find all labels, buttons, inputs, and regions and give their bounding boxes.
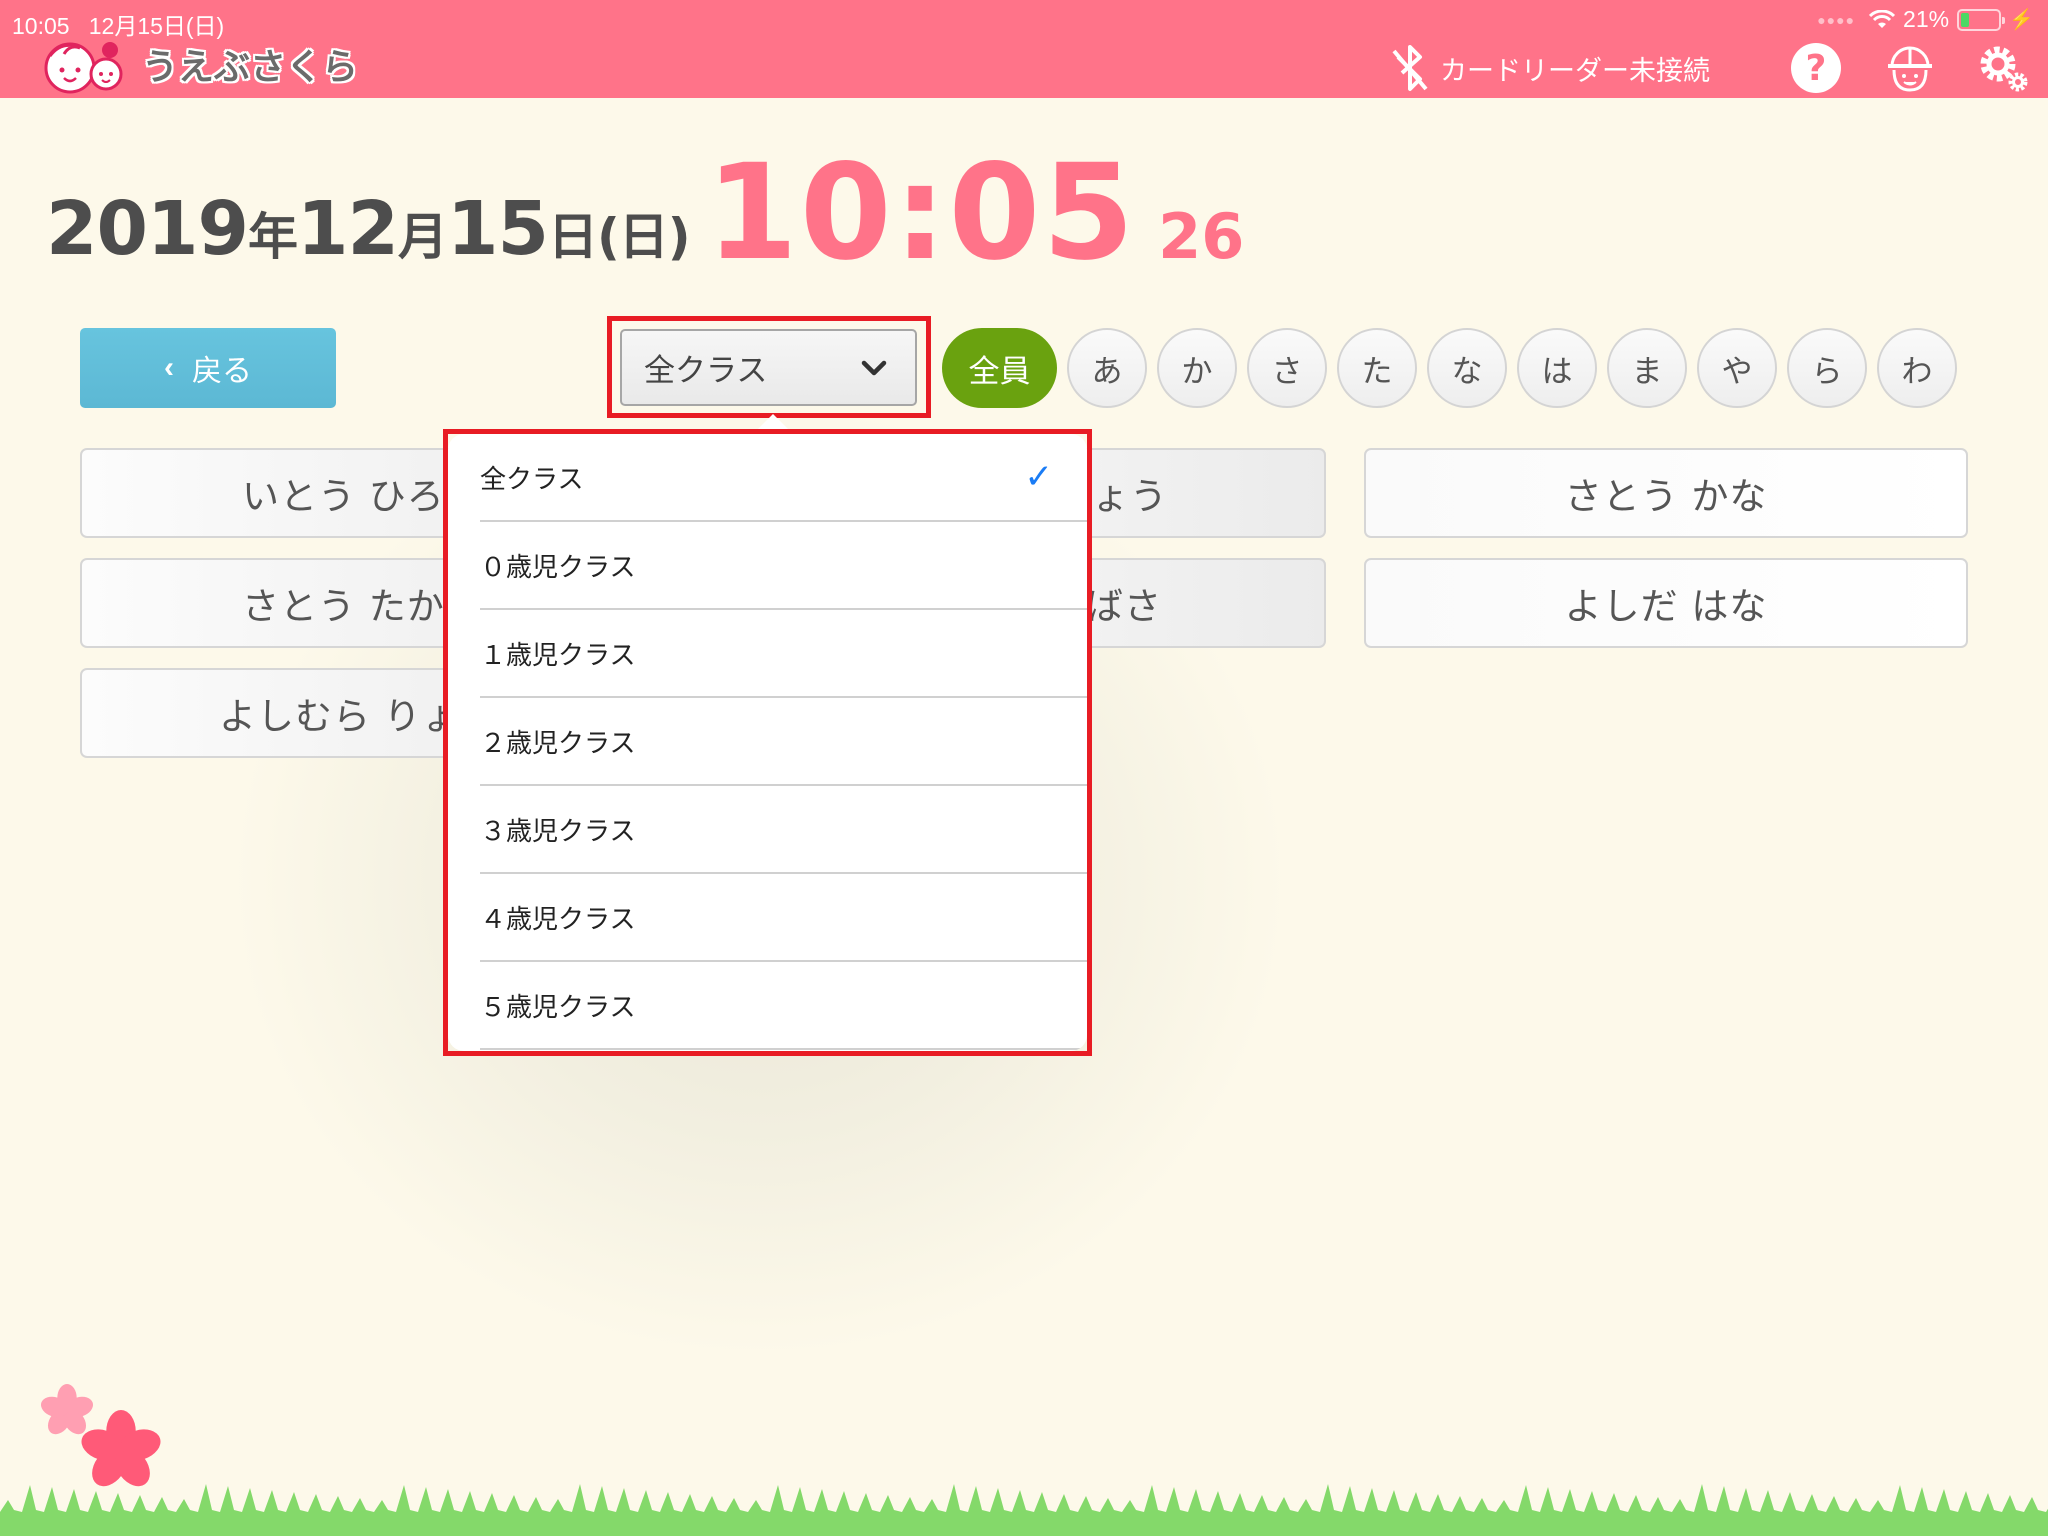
date-month: 12 [296,186,399,272]
back-button[interactable]: ‹ 戻る [80,328,336,408]
child-card[interactable]: よしだ はな [1364,558,1968,648]
popover-highlight-box [443,429,1092,1056]
kana-filter-ha[interactable]: は [1517,328,1597,408]
svg-text:?: ? [1806,48,1827,89]
kana-filter-sa[interactable]: さ [1247,328,1327,408]
signal-dots-icon: ●●●● [1817,11,1856,28]
header-actions: カードリーダー未接続 ? [1390,42,2030,94]
current-time: 10:05 26 [706,136,1244,290]
kana-filter-wa[interactable]: わ [1877,328,1957,408]
logo-faces-icon [44,42,123,94]
kana-filter-ta[interactable]: た [1337,328,1417,408]
app-header: 10:05 12月15日(日) ●●●● 21% ⚡ うえぶさくら カードリーダ… [0,0,2048,98]
class-select[interactable]: 全クラス [620,329,917,406]
battery-icon [1957,8,2006,31]
card-reader-label: カードリーダー未接続 [1440,55,1710,87]
settings-button[interactable] [1978,42,2030,94]
kana-filter-bar: 全員 あ か さ た な は ま や ら わ [942,328,1957,408]
status-bar-right: ●●●● 21% ⚡ [1817,6,2034,33]
kana-filter-all[interactable]: 全員 [942,328,1057,408]
wifi-icon [1869,9,1896,28]
chevron-down-icon [861,360,887,375]
date-day: 15 [446,186,549,272]
kana-filter-ya[interactable]: や [1697,328,1777,408]
app-logo: うえぶさくら [40,34,358,94]
date-year: 2019 [46,186,249,272]
kana-filter-ka[interactable]: か [1157,328,1237,408]
child-card[interactable]: さとう かな [1364,448,1968,538]
date-month-unit: 月 [397,208,448,266]
clock-seconds: 26 [1158,200,1245,273]
current-date: 2019年12月15日(日) [46,186,691,272]
chevron-left-icon: ‹ [164,351,174,384]
kana-filter-a[interactable]: あ [1067,328,1147,408]
date-day-unit: 日 [547,208,598,266]
kana-filter-na[interactable]: な [1427,328,1507,408]
kana-filter-ra[interactable]: ら [1787,328,1867,408]
back-label: 戻る [192,355,252,388]
app-name: うえぶさくら [142,47,359,88]
grass-decoration [0,1484,2048,1536]
card-reader-status: カードリーダー未接続 [1390,43,1710,93]
date-year-unit: 年 [247,208,298,266]
date-weekday: (日) [596,208,691,266]
settings-icon [1980,46,2028,92]
help-icon: ? [1791,43,1841,93]
child-mode-button[interactable] [1884,42,1936,94]
bluetooth-off-icon [1392,45,1428,91]
charging-icon: ⚡ [2009,9,2034,31]
class-select-value: 全クラス [644,353,768,389]
battery-fill [1961,12,1969,27]
child-icon [1888,46,1932,92]
help-button[interactable]: ? [1790,42,1842,94]
battery-percent: 21% [1903,6,1950,32]
clock-hour-minute: 10:05 [706,136,1137,290]
kana-filter-ma[interactable]: ま [1607,328,1687,408]
